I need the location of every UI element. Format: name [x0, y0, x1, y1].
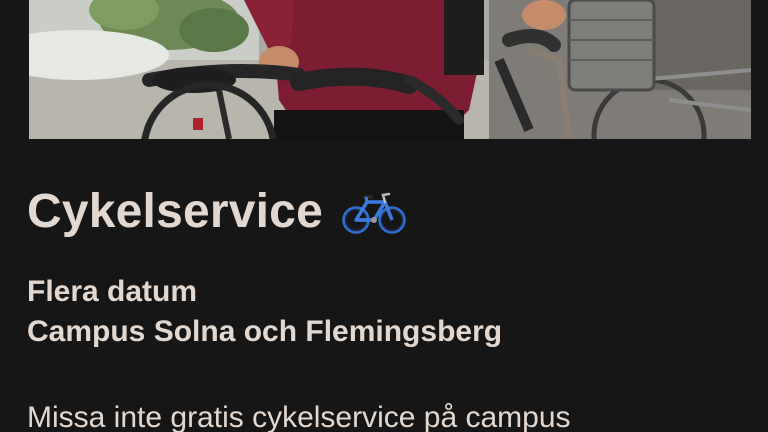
event-description: Missa inte gratis cykelservice på campus: [27, 401, 571, 432]
event-card[interactable]: Cykelservice Flera datum Campus Solna oc…: [0, 0, 768, 432]
event-meta: Flera datum Campus Solna och Flemingsber…: [27, 272, 502, 352]
event-title: Cykelservice: [27, 185, 323, 238]
title-row: Cykelservice: [27, 182, 407, 242]
hero-image: [29, 0, 751, 139]
bicycle-icon: [341, 188, 407, 236]
event-location: Campus Solna och Flemingsberg: [27, 315, 503, 348]
event-date: Flera datum: [27, 275, 198, 308]
